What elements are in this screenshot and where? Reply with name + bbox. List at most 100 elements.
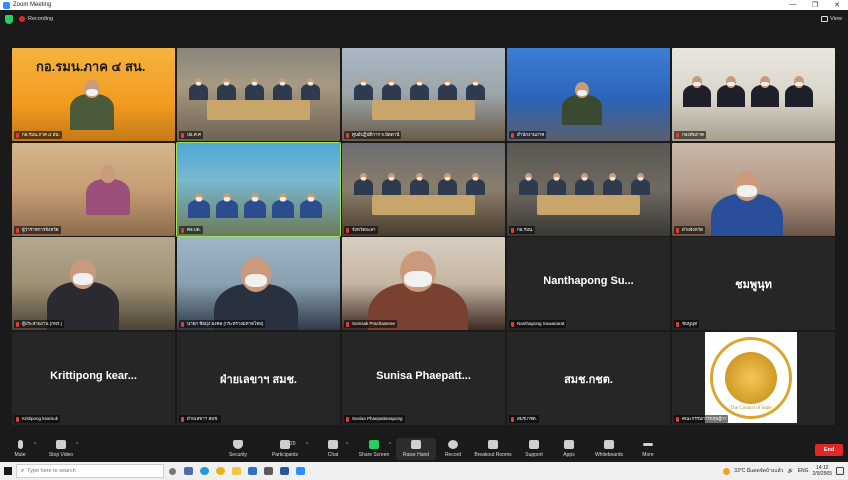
edge-browser-icon[interactable] <box>196 462 212 480</box>
video-tile[interactable]: ฝ่ายเลขาฯ สมช. ฝ่ายเลขาฯ สมช. <box>177 332 340 425</box>
video-tile[interactable]: กองทัพภาค <box>672 48 835 141</box>
weather-label[interactable]: 33°C มีแดดจัดบ้างแล้ว <box>734 467 783 475</box>
participant-name-tag: สมช.กชต. <box>509 415 539 423</box>
windows-taskbar: ⌕ 33°C มีแดดจัดบ้างแล้ว 🔊 ENG 14:12 2/9/… <box>0 462 848 480</box>
video-tile[interactable]: นายก ชัยมุ่ง มงคล (กระทรวงมหาดไทย) <box>177 237 340 330</box>
chat-button[interactable]: Chat <box>313 438 353 458</box>
participant-name-tag: ปธ.ศ.ศ <box>179 131 203 139</box>
video-camera-icon <box>56 440 66 449</box>
security-shield-icon[interactable] <box>5 14 13 24</box>
video-tile[interactable]: กอ.รมน.ภาค ๔ สน. กอ.รมน.ภาค ๔ สน. <box>12 48 175 141</box>
mail-icon[interactable] <box>244 462 260 480</box>
raise-hand-button[interactable]: Raise Hand <box>396 438 436 460</box>
video-tile[interactable]: Somsak Prachaseree <box>342 237 505 330</box>
store-icon[interactable] <box>260 462 276 480</box>
chrome-browser-icon[interactable] <box>212 462 228 480</box>
video-tile[interactable]: สมช.กชต. สมช.กชต. <box>507 332 670 425</box>
participant-name-tag: Nanthapong Suwanarat <box>509 320 567 328</box>
volume-icon[interactable]: 🔊 <box>787 468 793 474</box>
share-caret-icon[interactable]: ^ <box>389 442 391 448</box>
close-window-button[interactable]: ✕ <box>826 1 848 9</box>
widgets-icon[interactable] <box>180 462 196 480</box>
language-indicator[interactable]: ENG <box>798 468 809 474</box>
start-button[interactable] <box>0 462 16 480</box>
participant-display-name: Sunisa Phaepatt... <box>376 370 471 382</box>
stop-video-button[interactable]: Stop Video <box>41 438 81 458</box>
breakout-rooms-button[interactable]: Breakout Rooms <box>473 438 513 458</box>
task-view-icon[interactable] <box>164 462 180 480</box>
participant-name-tag: ศอ.บต. <box>179 226 203 234</box>
participants-caret-icon[interactable]: ^ <box>306 442 308 448</box>
chat-icon <box>328 440 338 449</box>
video-tile[interactable]: ผู้ว่าราชการจังหวัด <box>12 143 175 236</box>
video-tile[interactable]: ศูนย์ปฏิบัติการ จ.ปัตตานี <box>342 48 505 141</box>
taskbar-search[interactable]: ⌕ <box>16 464 164 478</box>
video-tile[interactable]: กอ.รมน. <box>507 143 670 236</box>
video-tile[interactable]: Krittipong kear... Krittipong kearsuk <box>12 332 175 425</box>
participant-name-tag: ฝ่ายจังหวัด <box>674 226 706 234</box>
video-tile[interactable]: จังหวัดยะลา <box>342 143 505 236</box>
participant-display-name: ชมพูนุท <box>735 279 772 291</box>
record-label: Record <box>444 452 462 458</box>
more-dots-icon <box>643 443 653 446</box>
view-button[interactable]: View <box>821 16 842 22</box>
share-screen-icon <box>369 440 379 449</box>
window-controls: — ❐ ✕ <box>782 1 848 9</box>
share-screen-button[interactable]: Share Screen <box>354 438 394 458</box>
taskbar-clock[interactable]: 14:12 2/9/2565 <box>813 465 832 477</box>
video-tile[interactable]: ศอ.บต. <box>176 142 341 237</box>
participant-name-tag: Somsak Prachaseree <box>344 320 398 328</box>
video-tile[interactable]: ปธ.ศ.ศ <box>177 48 340 141</box>
participant-name-tag: จังหวัดยะลา <box>344 226 378 234</box>
breakout-rooms-label: Breakout Rooms <box>474 452 512 458</box>
whiteboards-button[interactable]: Whiteboards <box>589 438 629 458</box>
video-feed <box>12 237 175 330</box>
share-screen-label: Share Screen <box>358 452 390 458</box>
word-icon[interactable] <box>276 462 292 480</box>
support-label: Support <box>525 452 543 458</box>
notifications-icon[interactable] <box>836 467 844 475</box>
video-tile[interactable]: ผู้ประสานงาน (กพร.) <box>12 237 175 330</box>
maximize-button[interactable]: ❐ <box>804 1 826 9</box>
video-feed <box>342 48 505 141</box>
video-tile[interactable]: The Council of State คณะกรรมการกฤษฎีกา <box>672 332 835 425</box>
weather-icon <box>723 467 731 475</box>
video-feed <box>177 237 340 330</box>
support-button[interactable]: Support <box>514 438 554 458</box>
minimize-button[interactable]: — <box>782 1 804 9</box>
video-tile[interactable]: สำนักงานภาค <box>507 48 670 141</box>
meeting-toolbar: Mute ^ Stop Video ^ Security 20 Particip… <box>0 436 848 462</box>
participant-name-tag: สำนักงานภาค <box>509 131 547 139</box>
conference-table <box>207 100 310 120</box>
video-feed: กอ.รมน.ภาค ๔ สน. <box>12 48 175 141</box>
participants-label: Participants <box>271 452 299 458</box>
audio-options-caret-icon[interactable]: ^ <box>34 442 36 448</box>
apps-button[interactable]: Apps <box>549 438 589 458</box>
apps-icon <box>564 440 574 449</box>
video-feed <box>12 143 175 236</box>
stop-video-label: Stop Video <box>48 452 74 458</box>
security-button[interactable]: Security <box>218 438 258 458</box>
participants-button[interactable]: 20 Participants <box>265 438 305 458</box>
video-tile[interactable]: Nanthapong Su... Nanthapong Suwanarat <box>507 237 670 330</box>
taskbar-search-input[interactable] <box>27 468 128 474</box>
video-feed <box>507 143 670 236</box>
zoom-taskbar-icon[interactable] <box>292 462 308 480</box>
participant-name-tag: ผู้ประสานงาน (กพร.) <box>14 320 65 328</box>
video-feed <box>177 143 340 236</box>
record-button[interactable]: Record <box>433 438 473 458</box>
end-meeting-button[interactable]: End <box>815 444 843 456</box>
video-feed <box>507 48 670 141</box>
video-tile[interactable]: ฝ่ายจังหวัด <box>672 143 835 236</box>
more-button[interactable]: More <box>628 438 668 458</box>
council-of-state-emblem: The Council of State <box>705 332 797 423</box>
raise-hand-label: Raise Hand <box>402 452 430 458</box>
chat-caret-icon[interactable]: ^ <box>346 442 348 448</box>
meeting-topbar: Recording View <box>0 10 848 28</box>
apps-label: Apps <box>563 452 575 458</box>
video-tile[interactable]: Sunisa Phaepatt... Sunisa Phaepattanapong <box>342 332 505 425</box>
mute-button[interactable]: Mute <box>0 438 40 458</box>
video-options-caret-icon[interactable]: ^ <box>76 442 78 448</box>
video-tile[interactable]: ชมพูนุท ชมพูนุท <box>672 237 835 330</box>
file-explorer-icon[interactable] <box>228 462 244 480</box>
